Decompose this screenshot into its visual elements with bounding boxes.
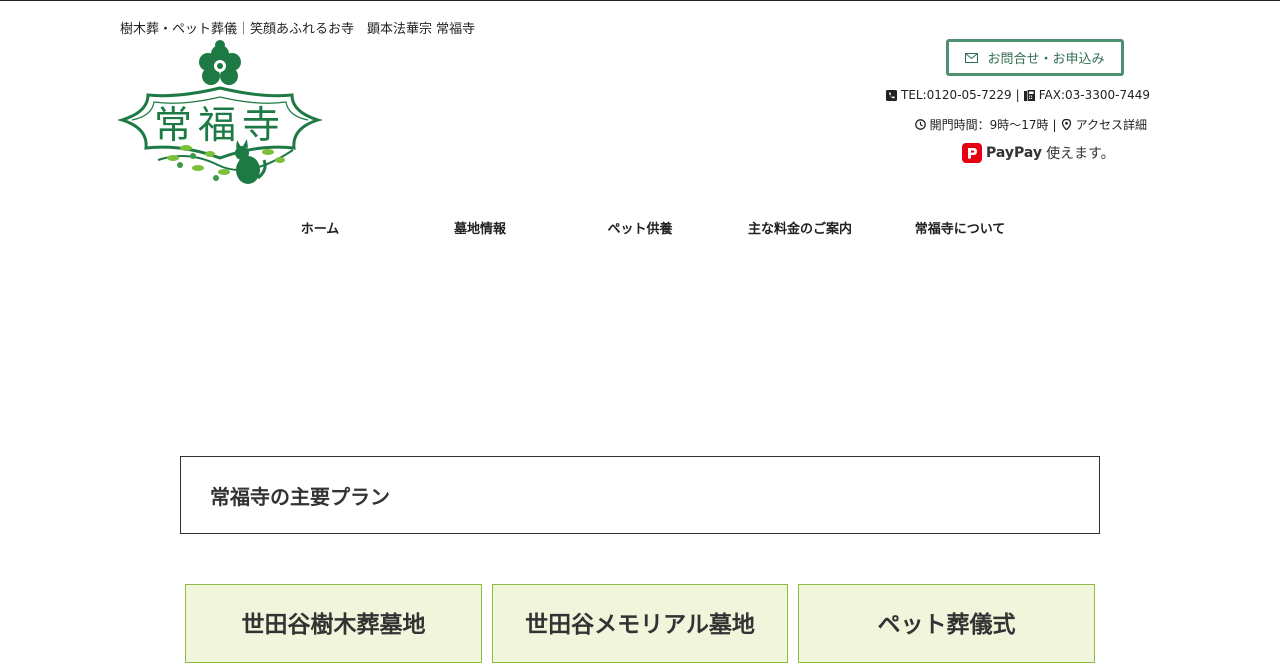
top-border [0,0,1280,1]
paypay-logo-icon [962,143,982,163]
opening-hours: 開門時間：9時～17時 [929,118,1049,132]
nav-item-pet-memorial[interactable]: ペット供養 [560,218,720,237]
nav-item-cemetery-info[interactable]: 墓地情報 [400,218,560,237]
phone-icon [886,89,898,101]
map-marker-icon [1061,119,1071,130]
plan-cards: 世田谷樹木葬墓地 世田谷メモリアル墓地 ペット葬儀式 [185,584,1095,663]
plan-card-pet-funeral[interactable]: ペット葬儀式 [798,584,1095,663]
contact-button[interactable]: お問合せ・お申込み [946,39,1124,76]
logo-emblem: 常福寺 [118,40,323,184]
plans-heading: 常福寺の主要プラン [210,484,390,509]
nav-item-about[interactable]: 常福寺について [880,218,1040,237]
hours-access-line: 開門時間：9時～17時 | アクセス詳細 [914,116,1147,133]
nav-item-pricing[interactable]: 主な料金のご案内 [720,218,880,237]
contact-button-label: お問合せ・お申込み [987,52,1105,67]
plans-heading-box: 常福寺の主要プラン [180,456,1100,534]
separator: | [1015,88,1020,102]
logo-text: 常福寺 [154,103,286,147]
paypay-badge: PayPay 使えます。 [962,143,1115,163]
plan-card-memorial-cemetery[interactable]: 世田谷メモリアル墓地 [492,584,788,663]
plan-card-tree-burial[interactable]: 世田谷樹木葬墓地 [185,584,482,663]
envelope-icon [965,52,979,63]
nav-item-home[interactable]: ホーム [240,218,400,237]
paypay-text: 使えます。 [1046,146,1115,162]
paypay-name: PayPay [986,145,1043,161]
site-tagline: 樹木葬・ペット葬儀｜笑顔あふれるお寺 顕本法華宗 常福寺 [120,22,476,37]
fax-icon [1023,89,1035,101]
fax-number: FAX:03-3300-7449 [1038,88,1150,102]
phone-fax-line: TEL:0120-05-7229 | FAX:03-3300-7449 [886,88,1150,102]
temple-logo[interactable]: 常福寺 [118,40,323,188]
main-navigation: ホーム 墓地情報 ペット供養 主な料金のご案内 常福寺について [240,218,1040,237]
clock-icon [914,119,926,130]
separator: | [1052,117,1057,132]
access-link[interactable]: アクセス詳細 [1076,116,1147,133]
tel-number[interactable]: TEL:0120-05-7229 [901,88,1012,102]
